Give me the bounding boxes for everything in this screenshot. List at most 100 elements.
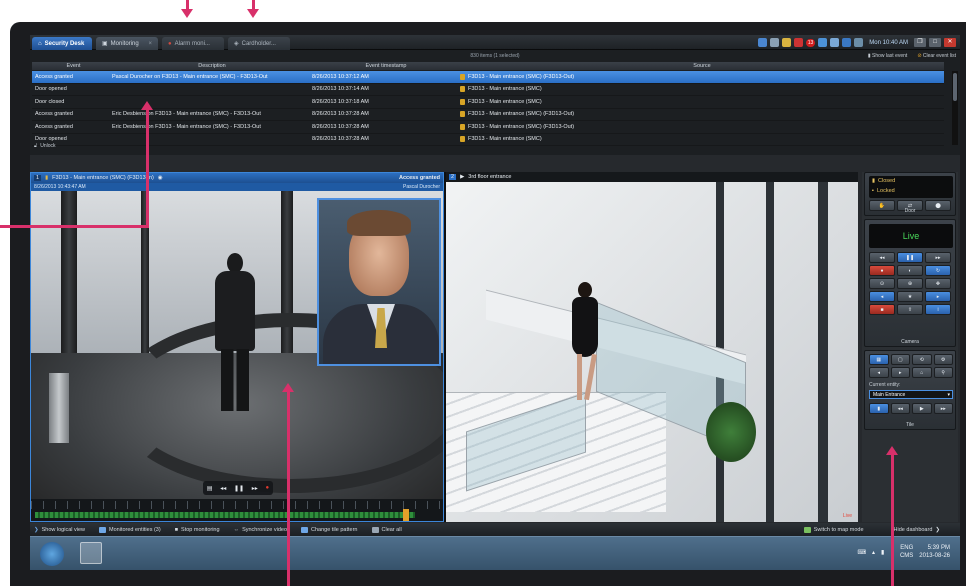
column-event[interactable]: Event bbox=[32, 63, 112, 69]
fullscreen-button[interactable]: □ bbox=[929, 38, 941, 47]
tile-pattern-icon bbox=[301, 526, 309, 533]
table-row[interactable]: Access granted Eric Desbiens on F3D13 - … bbox=[32, 109, 944, 121]
ptz-button[interactable]: ✥ bbox=[925, 278, 951, 289]
tile-2-title: 3rd floor entrance bbox=[468, 174, 512, 180]
scroll-thumb[interactable] bbox=[953, 73, 957, 101]
switch-to-map-mode-button[interactable]: Switch to map mode bbox=[803, 526, 864, 533]
home-icon: ⌂ bbox=[38, 40, 42, 47]
timeline-cursor[interactable] bbox=[403, 509, 409, 521]
event-scrollbar[interactable] bbox=[952, 71, 958, 145]
next-camera-button[interactable]: ▸ bbox=[925, 291, 951, 302]
tab-alarm-monitoring[interactable]: ● Alarm moni... bbox=[162, 37, 224, 50]
annotation-arrowhead-cardholder-tab bbox=[247, 9, 259, 18]
digital-zoom-button[interactable]: ⊕ bbox=[897, 278, 923, 289]
network-icon[interactable] bbox=[842, 38, 852, 47]
prev-camera-button[interactable]: ◂ bbox=[869, 291, 895, 302]
volume-icon[interactable] bbox=[830, 38, 840, 47]
tile-home-button[interactable]: ⌂ bbox=[912, 367, 932, 378]
column-source[interactable]: Source bbox=[460, 63, 944, 69]
snapshot-icon[interactable]: ▤ bbox=[207, 485, 213, 492]
rewind-button[interactable]: ◂◂ bbox=[869, 252, 895, 263]
alarm-tray-icon[interactable] bbox=[793, 38, 803, 47]
snapshot-button[interactable]: ◐ bbox=[897, 265, 923, 276]
tab-monitoring[interactable]: ▣ Monitoring × bbox=[96, 37, 158, 50]
tile-pattern-button[interactable]: ▦ bbox=[869, 354, 889, 365]
tile-sequence-button[interactable]: ▮ bbox=[869, 403, 889, 414]
network-tray-icon[interactable]: ▮ bbox=[881, 549, 884, 556]
tile-settings-button[interactable]: ⚙ bbox=[933, 354, 953, 365]
hide-dashboard-button[interactable]: Hide dashboard ❯ bbox=[894, 527, 940, 533]
tile-widget: ▦ ▢ ⟲ ⚙ ◂ ▸ ⌂ ⚲ Current entity: Main Ent… bbox=[864, 350, 956, 430]
tile-forward-button[interactable]: ▸▸ bbox=[933, 403, 953, 414]
table-row[interactable]: Door opened 8/26/2013 10:37:14 AM F3D13 … bbox=[32, 84, 944, 96]
column-timestamp[interactable]: Event timestamp bbox=[312, 63, 460, 69]
table-row[interactable]: Door opened 8/26/2013 10:37:28 AM F3D13 … bbox=[32, 134, 944, 146]
battery-icon[interactable] bbox=[854, 38, 864, 47]
tile-cycle-button[interactable]: ⟲ bbox=[912, 354, 932, 365]
video-tile-2[interactable]: 2 ▶ 3rd floor entrance Live bbox=[446, 172, 858, 522]
close-button[interactable]: ✕ bbox=[944, 38, 956, 47]
change-tile-pattern-button[interactable]: Change tile pattern bbox=[301, 526, 358, 533]
table-row[interactable]: Door closed 8/26/2013 10:37:18 AM F3D13 … bbox=[32, 96, 944, 109]
layout-icon[interactable] bbox=[757, 38, 767, 47]
start-button[interactable] bbox=[40, 542, 64, 566]
rewind-icon[interactable]: ◂◂ bbox=[220, 485, 226, 492]
monitor-icon: ▣ bbox=[102, 41, 108, 47]
stop-monitoring-button[interactable]: ■ Stop monitoring bbox=[175, 527, 220, 533]
info-button[interactable]: i bbox=[925, 304, 951, 315]
column-description[interactable]: Description bbox=[112, 63, 312, 69]
show-last-event-button[interactable]: ▮ Show last event bbox=[868, 53, 907, 59]
tile-1-header: 1 ▮ F3D13 - Main entrance (SMC) (F3D13-I… bbox=[31, 173, 443, 183]
tile-rewind-button[interactable]: ◂◂ bbox=[890, 403, 910, 414]
door-icon bbox=[460, 98, 465, 105]
export-button[interactable]: ⇪ bbox=[897, 304, 923, 315]
clear-all-button[interactable]: Clear all bbox=[371, 526, 402, 533]
widget-title: Door bbox=[904, 208, 916, 214]
unlock-button[interactable]: 🔓︎ Unlock bbox=[34, 143, 56, 149]
tile-maximize-button[interactable]: ▢ bbox=[890, 354, 910, 365]
close-icon[interactable]: × bbox=[148, 41, 152, 47]
record-icon[interactable]: ● bbox=[265, 485, 269, 491]
walking-person bbox=[213, 253, 257, 413]
clear-event-list-button[interactable]: ⊘ Clear event list bbox=[917, 53, 956, 59]
record-button[interactable]: ● bbox=[869, 265, 895, 276]
video-icon[interactable] bbox=[818, 38, 828, 47]
expand-icon[interactable]: ◉ bbox=[158, 175, 163, 181]
language-indicator[interactable]: ENG CMS bbox=[900, 544, 913, 560]
tile-link-button[interactable]: ⚲ bbox=[933, 367, 953, 378]
door-status: ▮ Closed ▪ Locked bbox=[869, 176, 953, 198]
keyboard-icon[interactable]: ⌨ bbox=[857, 549, 866, 556]
taskbar-app-security-desk[interactable] bbox=[80, 542, 102, 564]
refresh-button[interactable]: ↻ bbox=[925, 265, 951, 276]
cardholder-icon: ◈ bbox=[234, 41, 239, 47]
table-row[interactable]: Access granted Eric Desbiens on F3D13 - … bbox=[32, 121, 944, 134]
forward-button[interactable]: ▸▸ bbox=[925, 252, 951, 263]
forward-icon[interactable]: ▸▸ bbox=[252, 485, 258, 492]
door-icon: ▮ bbox=[45, 175, 49, 181]
tile-next-button[interactable]: ▸ bbox=[890, 367, 910, 378]
tray-arrow-icon[interactable]: ▴ bbox=[872, 549, 875, 556]
video-timeline[interactable] bbox=[31, 499, 443, 521]
synchronize-video-button[interactable]: ⇔ Synchronize video bbox=[234, 527, 287, 533]
table-row[interactable]: Access granted Pascal Durocher on F3D13 … bbox=[32, 71, 944, 84]
pause-button[interactable]: ❚❚ bbox=[897, 252, 923, 263]
current-entity-select[interactable]: Main Entrance ▾ bbox=[869, 390, 953, 399]
tab-security-desk[interactable]: ⌂ Security Desk bbox=[32, 37, 92, 50]
taskbar-clock[interactable]: 5:39 PM 2013-08-26 bbox=[919, 544, 950, 560]
tile-play-button[interactable]: ▶ bbox=[912, 403, 932, 414]
pause-icon[interactable]: ❚❚ bbox=[234, 485, 244, 492]
bookmark-button[interactable]: ★ bbox=[897, 291, 923, 302]
key-icon[interactable] bbox=[781, 38, 791, 47]
show-logical-view-button[interactable]: ❯ Show logical view bbox=[34, 527, 85, 533]
restore-button[interactable]: ❐ bbox=[914, 38, 926, 47]
door-icon bbox=[460, 73, 465, 80]
report-icon[interactable] bbox=[769, 38, 779, 47]
zoom-button[interactable]: ⊙ bbox=[869, 278, 895, 289]
tile-prev-button[interactable]: ◂ bbox=[869, 367, 889, 378]
monitored-entities-button[interactable]: Monitored entities (3) bbox=[99, 526, 161, 533]
live-indicator: Live bbox=[842, 513, 852, 519]
door-icon bbox=[460, 86, 465, 93]
tab-cardholder[interactable]: ◈ Cardholder... bbox=[228, 37, 290, 50]
stop-button[interactable]: ■ bbox=[869, 304, 895, 315]
playback-controls: ▤ ◂◂ ❚❚ ▸▸ ● bbox=[203, 481, 273, 495]
